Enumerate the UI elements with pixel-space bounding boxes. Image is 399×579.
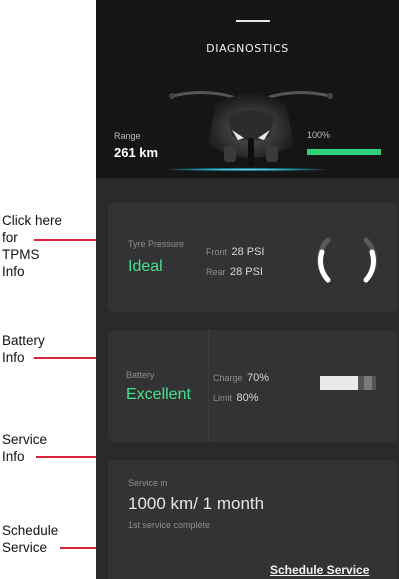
range-value: 261 km [114, 145, 159, 160]
drag-handle[interactable] [236, 20, 270, 22]
front-pressure-row: Front 28 PSI [206, 242, 265, 260]
annotation-service-line1: Service [2, 432, 48, 447]
rear-value: 28 PSI [229, 266, 263, 278]
battery-card-divider [208, 330, 209, 442]
schedule-service-link[interactable]: Schedule Service [270, 563, 369, 577]
rear-label: Rear [206, 267, 226, 277]
annotation-tpms-line1: Click here [2, 213, 63, 228]
annotation-schedule-line2: Service [2, 540, 48, 555]
front-label: Front [206, 247, 228, 257]
service-note: 1st service complete [128, 520, 211, 530]
limit-label: Limit [213, 393, 233, 403]
hero-section: DIAGNOSTICS Range 261 km 100% [96, 0, 399, 178]
annotation-tpms-line2: for [2, 230, 18, 245]
front-value: 28 PSI [231, 246, 265, 258]
annotation-service: Service Info [2, 431, 47, 465]
accent-glow-line [166, 168, 326, 171]
charge-value: 70% [246, 372, 270, 384]
motorcycle-image [169, 90, 333, 166]
annotation-battery-line1: Battery [2, 333, 45, 348]
tyre-pressure-label: Tyre Pressure [128, 239, 185, 249]
battery-level-fill [307, 149, 381, 155]
diagnostics-screen: DIAGNOSTICS Range 261 km 100% Tyre Press… [96, 0, 399, 579]
charge-label: Charge [213, 373, 243, 383]
charge-row: Charge 70% [213, 368, 269, 386]
annotation-tpms-line3: TPMS [2, 247, 40, 262]
tyre-gauge-icon [317, 237, 377, 283]
battery-percent-label: 100% [307, 130, 331, 140]
battery-status: Excellent [126, 386, 191, 403]
tyre-status: Ideal [128, 258, 163, 275]
battery-label: Battery [126, 370, 155, 380]
battery-card[interactable]: Battery Excellent Charge 70% Limit 80% [108, 330, 398, 442]
limit-value: 80% [236, 392, 259, 404]
service-card[interactable]: Service in 1000 km/ 1 month 1st service … [108, 460, 398, 579]
page-title: DIAGNOSTICS [206, 42, 289, 55]
service-interval: 1000 km/ 1 month [128, 494, 265, 513]
tyre-pressure-card[interactable]: Tyre Pressure Ideal Front 28 PSI Rear 28… [108, 202, 398, 312]
annotation-schedule-line1: Schedule [2, 523, 59, 538]
service-label: Service in [128, 478, 168, 488]
annotation-battery: Battery Info [2, 332, 45, 366]
limit-row: Limit 80% [213, 388, 259, 406]
range-label: Range [114, 131, 141, 141]
battery-level-bar [307, 149, 381, 155]
annotation-schedule: Schedule Service [2, 522, 58, 556]
battery-icon [320, 376, 376, 390]
rear-pressure-row: Rear 28 PSI [206, 262, 263, 280]
annotation-tpms: Click here for TPMS Info [2, 212, 62, 280]
annotation-tpms-line4: Info [2, 264, 25, 279]
